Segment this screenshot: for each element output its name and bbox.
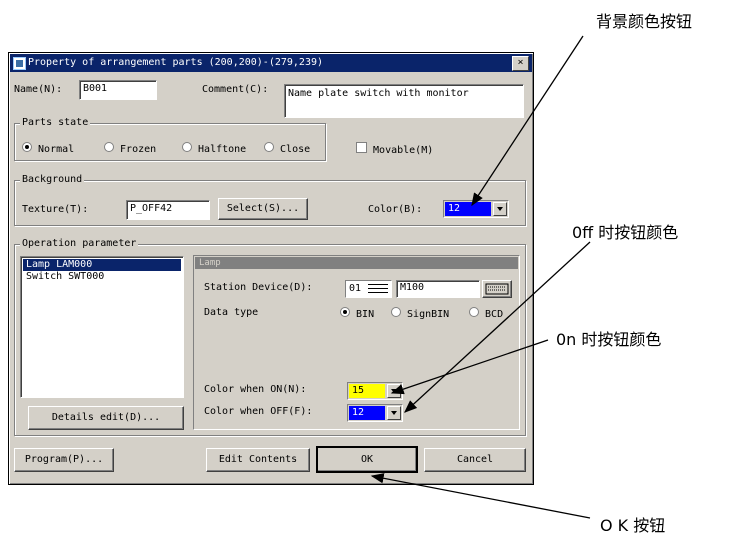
arrow-off-color	[404, 241, 591, 413]
arrow-on-color	[390, 339, 549, 395]
arrow-bg-color	[471, 35, 584, 207]
annotation-arrows	[370, 35, 591, 519]
arrow-ok	[370, 473, 591, 519]
